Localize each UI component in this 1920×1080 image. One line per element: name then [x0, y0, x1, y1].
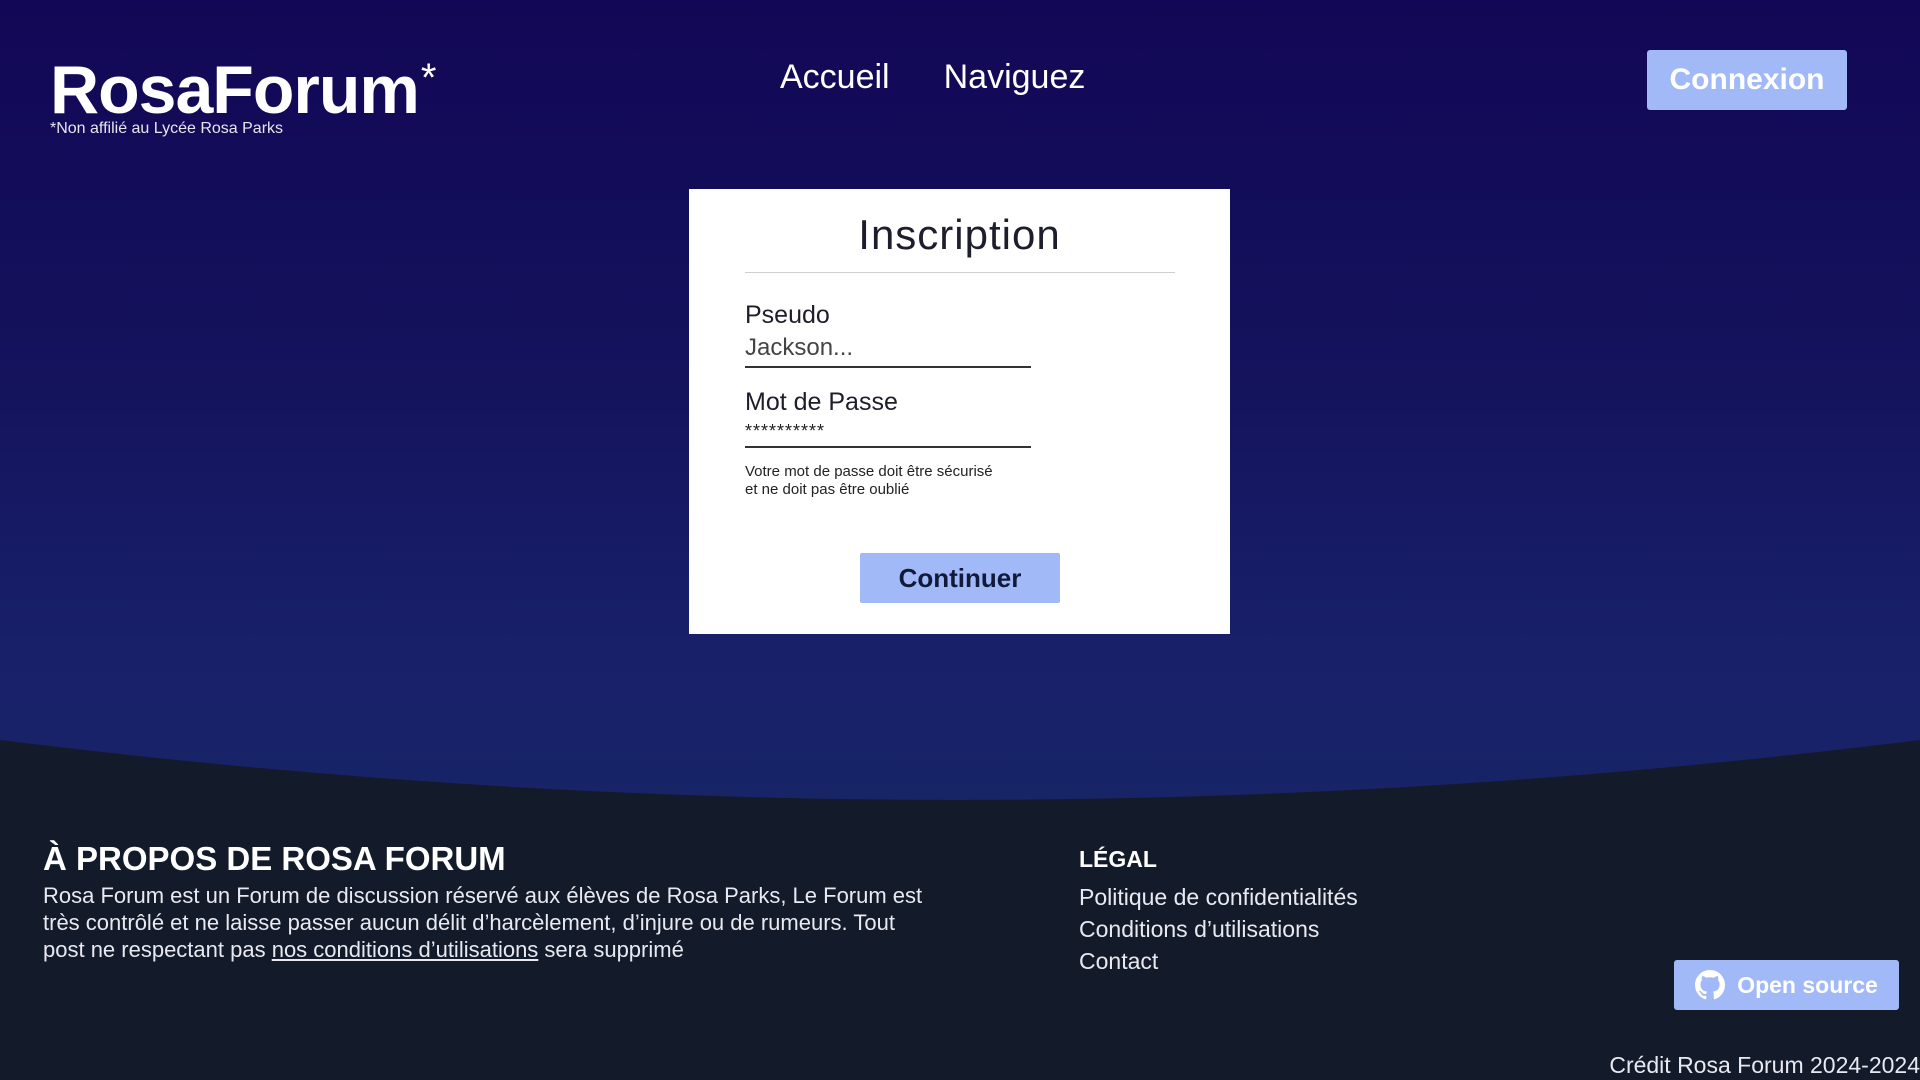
main-nav: Accueil Naviguez — [780, 58, 1085, 97]
password-hint: Votre mot de passe doit être sécurisé et… — [745, 463, 1045, 499]
pseudo-label: Pseudo — [745, 301, 830, 329]
logo-asterisk: * — [420, 56, 437, 100]
privacy-policy-link[interactable]: Politique de confidentialités — [1079, 881, 1358, 913]
about-title: À PROPOS DE ROSA FORUM — [43, 840, 506, 877]
site-logo[interactable]: RosaForum* *Non affilié au Lycée Rosa Pa… — [50, 52, 437, 137]
login-button[interactable]: Connexion — [1647, 50, 1847, 110]
legal-section: LÉGAL Politique de confidentialités Cond… — [1079, 846, 1358, 977]
about-text-end: sera supprimé — [538, 937, 684, 962]
terms-link[interactable]: nos conditions d’utilisations — [272, 937, 539, 962]
nav-accueil[interactable]: Accueil — [780, 58, 890, 97]
terms-of-use-link[interactable]: Conditions d’utilisations — [1079, 913, 1358, 945]
about-text: Rosa Forum est un Forum de discussion ré… — [43, 882, 923, 963]
pseudo-input[interactable] — [745, 334, 1031, 368]
continue-button[interactable]: Continuer — [860, 553, 1060, 603]
password-input[interactable] — [745, 421, 1031, 448]
nav-naviguez[interactable]: Naviguez — [944, 58, 1086, 97]
card-divider — [745, 272, 1175, 273]
logo-text: RosaForum — [50, 52, 420, 128]
github-icon — [1695, 970, 1726, 1000]
card-title: Inscription — [858, 211, 1061, 258]
open-source-button[interactable]: Open source — [1674, 960, 1899, 1010]
logo-subtitle: *Non affilié au Lycée Rosa Parks — [50, 120, 284, 137]
password-hint-line2: et ne doit pas être oublié — [745, 481, 910, 498]
password-label: Mot de Passe — [745, 388, 898, 416]
password-hint-line1: Votre mot de passe doit être sécurisé — [745, 463, 993, 480]
open-source-label: Open source — [1737, 971, 1878, 998]
signup-card: Inscription Pseudo Mot de Passe Votre mo… — [689, 189, 1230, 634]
contact-link[interactable]: Contact — [1079, 945, 1358, 977]
about-section: À PROPOS DE ROSA FORUM Rosa Forum est un… — [43, 840, 923, 963]
legal-title: LÉGAL — [1079, 846, 1157, 872]
credit-text: Crédit Rosa Forum 2024-2024 — [1609, 1052, 1920, 1078]
